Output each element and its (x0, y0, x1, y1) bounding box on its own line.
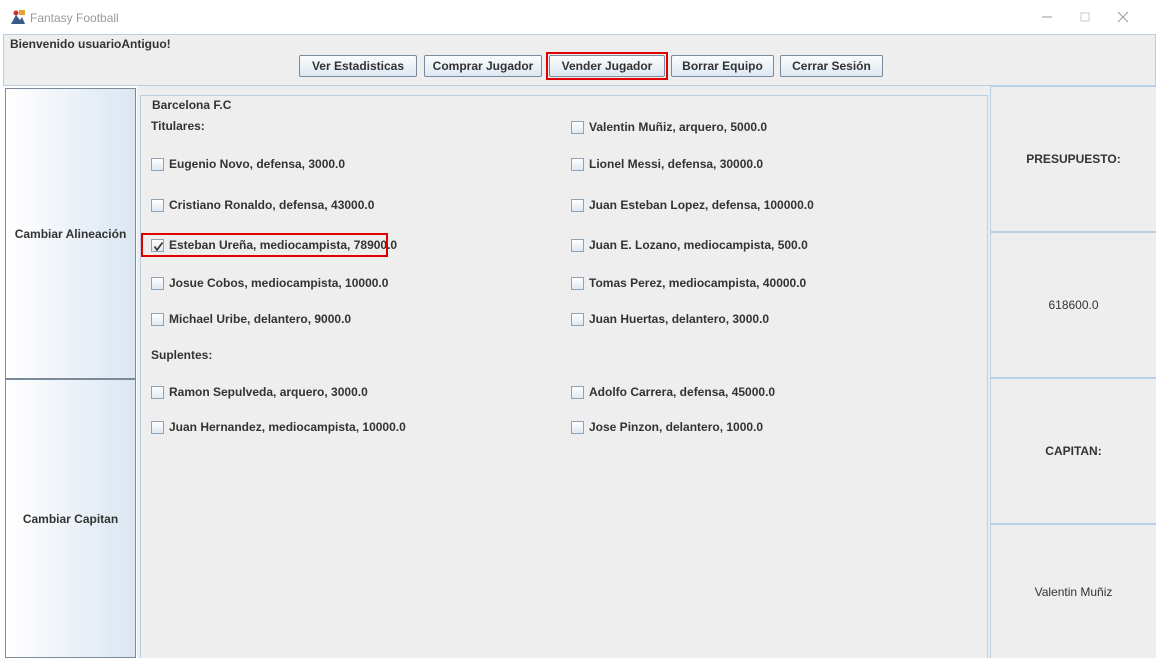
minimize-icon[interactable] (1039, 9, 1055, 25)
capitan-cell: CAPITAN: (990, 378, 1156, 524)
player-checkbox[interactable]: Lionel Messi, defensa, 30000.0 (571, 156, 763, 172)
checkbox-checked-icon[interactable] (151, 238, 164, 252)
player-checkbox[interactable]: Eugenio Novo, defensa, 3000.0 (151, 156, 345, 172)
player-label: Eugenio Novo, defensa, 3000.0 (169, 157, 346, 171)
team-panel: Barcelona F.C Titulares: Eugenio Novo, d… (137, 86, 990, 658)
ver-estadisticas-button[interactable]: Ver Estadisticas (299, 55, 417, 77)
checkbox-icon[interactable] (151, 276, 164, 290)
info-panel: PRESUPUESTO: 618600.0 CAPITAN: Valentin … (990, 86, 1156, 658)
checkbox-icon[interactable] (151, 420, 164, 434)
presupuesto-cell: PRESUPUESTO: (990, 86, 1156, 232)
checkbox-icon[interactable] (571, 238, 584, 252)
player-label: Adolfo Carrera, defensa, 45000.0 (589, 385, 776, 399)
player-label: Esteban Ureña, mediocampista, 78900.0 (169, 238, 398, 252)
window-titlebar: Fantasy Football (0, 0, 1156, 34)
checkbox-icon[interactable] (571, 276, 584, 290)
player-label: Valentin Muñiz, arquero, 5000.0 (589, 120, 768, 134)
presupuesto-label: PRESUPUESTO: (1026, 152, 1121, 166)
player-checkbox[interactable]: Esteban Ureña, mediocampista, 78900.0 (151, 237, 397, 253)
player-checkbox[interactable]: Juan Hernandez, mediocampista, 10000.0 (151, 419, 406, 435)
player-checkbox[interactable]: Michael Uribe, delantero, 9000.0 (151, 311, 351, 327)
cambiar-capitan-button[interactable]: Cambiar Capitan (5, 379, 136, 658)
player-checkbox[interactable]: Juan Huertas, delantero, 3000.0 (571, 311, 769, 327)
player-label: Juan Huertas, delantero, 3000.0 (589, 312, 770, 326)
player-checkbox[interactable]: Josue Cobos, mediocampista, 10000.0 (151, 275, 388, 291)
checkbox-icon[interactable] (151, 385, 164, 399)
checkbox-icon[interactable] (571, 198, 584, 212)
player-checkbox[interactable]: Tomas Perez, mediocampista, 40000.0 (571, 275, 806, 291)
capitan-label: CAPITAN: (1045, 444, 1102, 458)
capitan-value-cell: Valentin Muñiz (990, 524, 1156, 658)
player-label: Juan Hernandez, mediocampista, 10000.0 (169, 420, 406, 434)
player-label: Cristiano Ronaldo, defensa, 43000.0 (169, 198, 375, 212)
player-label: Jose Pinzon, delantero, 1000.0 (589, 420, 764, 434)
player-label: Josue Cobos, mediocampista, 10000.0 (169, 276, 389, 290)
player-checkbox[interactable]: Ramon Sepulveda, arquero, 3000.0 (151, 384, 368, 400)
checkbox-icon[interactable] (571, 120, 584, 134)
capitan-value: Valentin Muñiz (1034, 584, 1113, 599)
checkbox-icon[interactable] (571, 385, 584, 399)
checkbox-icon[interactable] (571, 312, 584, 326)
player-checkbox[interactable]: Juan E. Lozano, mediocampista, 500.0 (571, 237, 808, 253)
app-icon (10, 9, 26, 25)
vender-jugador-button[interactable]: Vender Jugador (549, 55, 665, 77)
player-checkbox[interactable]: Valentin Muñiz, arquero, 5000.0 (571, 119, 767, 135)
cerrar-sesion-button[interactable]: Cerrar Sesión (780, 55, 883, 77)
welcome-label: Bienvenido usuarioAntiguo! (10, 37, 171, 51)
player-label: Juan Esteban Lopez, defensa, 100000.0 (589, 198, 814, 212)
suplentes-label: Suplentes: (151, 348, 213, 362)
borrar-equipo-button[interactable]: Borrar Equipo (671, 55, 774, 77)
player-checkbox[interactable]: Cristiano Ronaldo, defensa, 43000.0 (151, 197, 374, 213)
maximize-icon[interactable] (1077, 9, 1093, 25)
presupuesto-value-cell: 618600.0 (990, 232, 1156, 378)
player-label: Lionel Messi, defensa, 30000.0 (589, 157, 764, 171)
cambiar-alineacion-button[interactable]: Cambiar Alineación (5, 88, 136, 379)
titulares-label: Titulares: (151, 119, 205, 133)
comprar-jugador-button[interactable]: Comprar Jugador (424, 55, 542, 77)
checkbox-icon[interactable] (151, 198, 164, 212)
player-checkbox[interactable]: Adolfo Carrera, defensa, 45000.0 (571, 384, 775, 400)
close-icon[interactable] (1115, 9, 1131, 25)
checkbox-icon[interactable] (151, 157, 164, 171)
header-panel: Bienvenido usuarioAntiguo! Ver Estadisti… (3, 34, 1156, 86)
checkbox-icon[interactable] (571, 420, 584, 434)
presupuesto-value: 618600.0 (1048, 298, 1099, 312)
checkbox-icon[interactable] (571, 157, 584, 171)
window-title: Fantasy Football (30, 11, 119, 25)
player-checkbox[interactable]: Jose Pinzon, delantero, 1000.0 (571, 419, 763, 435)
player-label: Ramon Sepulveda, arquero, 3000.0 (169, 385, 368, 399)
player-label: Michael Uribe, delantero, 9000.0 (169, 312, 352, 326)
player-label: Juan E. Lozano, mediocampista, 500.0 (589, 238, 808, 252)
player-label: Tomas Perez, mediocampista, 40000.0 (589, 276, 807, 290)
player-checkbox[interactable]: Juan Esteban Lopez, defensa, 100000.0 (571, 197, 814, 213)
checkbox-icon[interactable] (151, 312, 164, 326)
team-fieldset: Barcelona F.C Titulares: Eugenio Novo, d… (140, 95, 988, 658)
team-name: Barcelona F.C (150, 98, 234, 112)
